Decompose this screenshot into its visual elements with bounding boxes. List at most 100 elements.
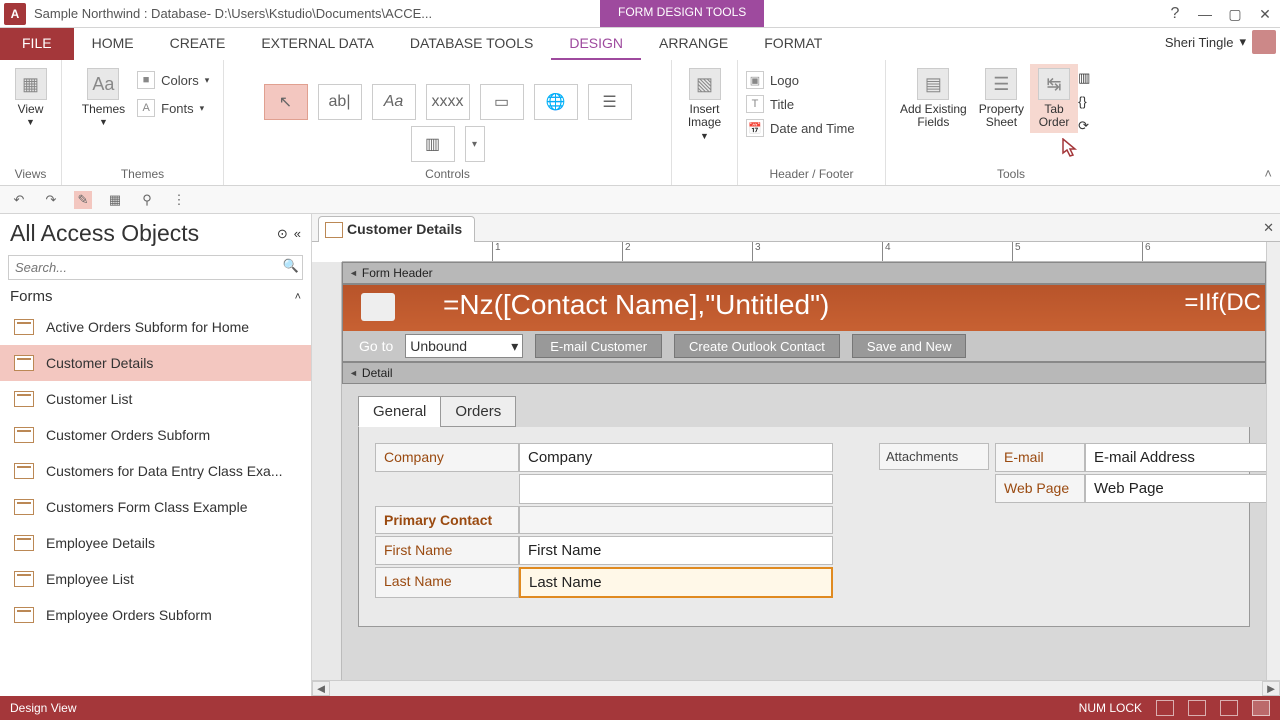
scroll-track[interactable] (330, 681, 1262, 696)
nav-item[interactable]: Employee Orders Subform (0, 597, 311, 633)
add-existing-fields-button[interactable]: ▤ Add Existing Fields (894, 64, 973, 133)
form-canvas[interactable]: Form Header =Nz([Contact Name],"Untitled… (342, 262, 1266, 680)
tab-external-data[interactable]: EXTERNAL DATA (243, 28, 392, 60)
property-sheet-button[interactable]: ☰ Property Sheet (973, 64, 1030, 133)
view-code-icon[interactable]: {} (1078, 94, 1100, 114)
nav-item[interactable]: Customers Form Class Example (0, 489, 311, 525)
redo-button[interactable]: ↷ (42, 191, 60, 209)
tab-order-button[interactable]: ↹ Tab Order (1030, 64, 1078, 133)
company-field[interactable]: Company (519, 443, 833, 472)
logo-button[interactable]: ▣Logo (746, 71, 799, 89)
save-and-new-button[interactable]: Save and New (852, 334, 967, 358)
firstname-label[interactable]: First Name (375, 536, 519, 565)
restore-button[interactable]: ▢ (1220, 2, 1250, 26)
datasheet-view-button[interactable] (1188, 700, 1206, 716)
scroll-right-button[interactable]: ► (1262, 681, 1280, 696)
document-tab[interactable]: Customer Details (318, 216, 475, 242)
qat-filter-icon[interactable]: ⚲ (138, 191, 156, 209)
tab-orders[interactable]: Orders (440, 396, 516, 427)
tab-general[interactable]: General (358, 396, 441, 427)
button-control[interactable]: xxxx (426, 84, 470, 120)
nav-item[interactable]: Customer Orders Subform (0, 417, 311, 453)
gallery-more[interactable]: ▾ (465, 126, 485, 162)
layout-view-button[interactable] (1220, 700, 1238, 716)
nav-collapse-button[interactable]: « (294, 226, 301, 242)
tab-design[interactable]: DESIGN (551, 28, 641, 60)
lastname-field[interactable]: Last Name (519, 567, 833, 598)
design-view-button[interactable] (1252, 700, 1270, 716)
combobox-control[interactable]: ▥ (411, 126, 455, 162)
nav-search[interactable]: 🔍 (8, 255, 303, 280)
nav-item[interactable]: Customer Details (0, 345, 311, 381)
tab-create[interactable]: CREATE (152, 28, 244, 60)
minimize-button[interactable]: — (1190, 2, 1220, 26)
collapse-group-icon[interactable]: ˄ (295, 291, 301, 303)
fonts-button[interactable]: AFonts▾ (137, 99, 209, 117)
vertical-scrollbar[interactable] (1266, 242, 1280, 680)
nav-item[interactable]: Customer List (0, 381, 311, 417)
company-field-2[interactable] (519, 474, 833, 504)
goto-combobox[interactable]: Unbound▾ (405, 334, 523, 358)
vertical-ruler[interactable] (312, 262, 342, 680)
nav-item[interactable]: Active Orders Subform for Home (0, 309, 311, 345)
form-header-right-control[interactable]: =IIf(DC (1184, 289, 1261, 317)
tab-arrange[interactable]: ARRANGE (641, 28, 746, 60)
convert-macros-icon[interactable]: ⟳ (1078, 118, 1100, 138)
form-logo-placeholder[interactable] (361, 293, 395, 321)
email-customer-button[interactable]: E-mail Customer (535, 334, 662, 358)
section-detail[interactable]: Detail (342, 362, 1266, 384)
search-icon[interactable]: 🔍 (283, 258, 299, 274)
nav-menu-caret-icon[interactable]: ⊙ (277, 226, 288, 242)
form-title-control[interactable]: =Nz([Contact Name],"Untitled") (443, 289, 829, 321)
create-outlook-contact-button[interactable]: Create Outlook Contact (674, 334, 840, 358)
qat-design-icon[interactable]: ✎ (74, 191, 92, 209)
help-button[interactable]: ? (1160, 2, 1190, 26)
datetime-button[interactable]: 📅Date and Time (746, 119, 855, 137)
label-control[interactable]: Aa (372, 84, 416, 120)
select-control[interactable]: ↖ (264, 84, 308, 120)
navigation-control[interactable]: ☰ (588, 84, 632, 120)
section-form-header[interactable]: Form Header (342, 262, 1266, 284)
hyperlink-control[interactable]: 🌐 (534, 84, 578, 120)
tab-home[interactable]: HOME (74, 28, 152, 60)
tab-general-page[interactable]: Company Company x Primary Contact First … (358, 427, 1250, 627)
nav-item[interactable]: Employee Details (0, 525, 311, 561)
scroll-left-button[interactable]: ◄ (312, 681, 330, 696)
qat-datasheet-icon[interactable]: ▦ (106, 191, 124, 209)
colors-button[interactable]: ■Colors▾ (137, 71, 209, 89)
close-button[interactable]: ✕ (1250, 2, 1280, 26)
form-view-button[interactable] (1156, 700, 1174, 716)
controls-gallery[interactable]: ↖ ab| Aa xxxx ▭ 🌐 ☰ ▥ ▾ (238, 64, 658, 162)
tab-control[interactable]: ▭ (480, 84, 524, 120)
form-header-body[interactable]: =Nz([Contact Name],"Untitled") =IIf(DC G… (342, 284, 1266, 362)
document-close-button[interactable]: ✕ (1263, 220, 1274, 236)
nav-group-forms[interactable]: Forms ˄ (0, 284, 311, 309)
undo-button[interactable]: ↶ (10, 191, 28, 209)
nav-item[interactable]: Employee List (0, 561, 311, 597)
lastname-label[interactable]: Last Name (375, 567, 519, 598)
webpage-label[interactable]: Web Page (995, 474, 1085, 503)
firstname-field[interactable]: First Name (519, 536, 833, 565)
qat-more-icon[interactable]: ⋮ (170, 191, 188, 209)
company-label[interactable]: Company (375, 443, 519, 472)
title-button[interactable]: TTitle (746, 95, 794, 113)
subform-new-window-icon[interactable]: ▥ (1078, 70, 1100, 90)
view-button[interactable]: ▦ View ▼ (7, 64, 55, 133)
email-label[interactable]: E-mail (995, 443, 1085, 472)
attachments-label[interactable]: Attachments (879, 443, 989, 470)
primary-contact-label[interactable]: Primary Contact (375, 506, 519, 534)
collapse-ribbon-button[interactable]: ˄ (1264, 166, 1272, 181)
themes-button[interactable]: Aa Themes ▼ (76, 64, 131, 133)
horizontal-scrollbar[interactable]: ◄ ► (312, 680, 1280, 696)
email-field[interactable]: E-mail Address (1085, 443, 1266, 472)
user-area[interactable]: Sheri Tingle▾ (1165, 30, 1276, 54)
insert-image-button[interactable]: ▧ Insert Image ▼ (680, 64, 729, 147)
tab-file[interactable]: FILE (0, 28, 74, 60)
webpage-field[interactable]: Web Page (1085, 474, 1266, 503)
tab-format[interactable]: FORMAT (746, 28, 840, 60)
nav-search-input[interactable] (8, 255, 303, 280)
horizontal-ruler[interactable]: 123456 (342, 242, 1266, 262)
detail-body[interactable]: General Orders Company Company x Primary… (342, 384, 1266, 644)
tab-database-tools[interactable]: DATABASE TOOLS (392, 28, 551, 60)
nav-item[interactable]: Customers for Data Entry Class Exa... (0, 453, 311, 489)
